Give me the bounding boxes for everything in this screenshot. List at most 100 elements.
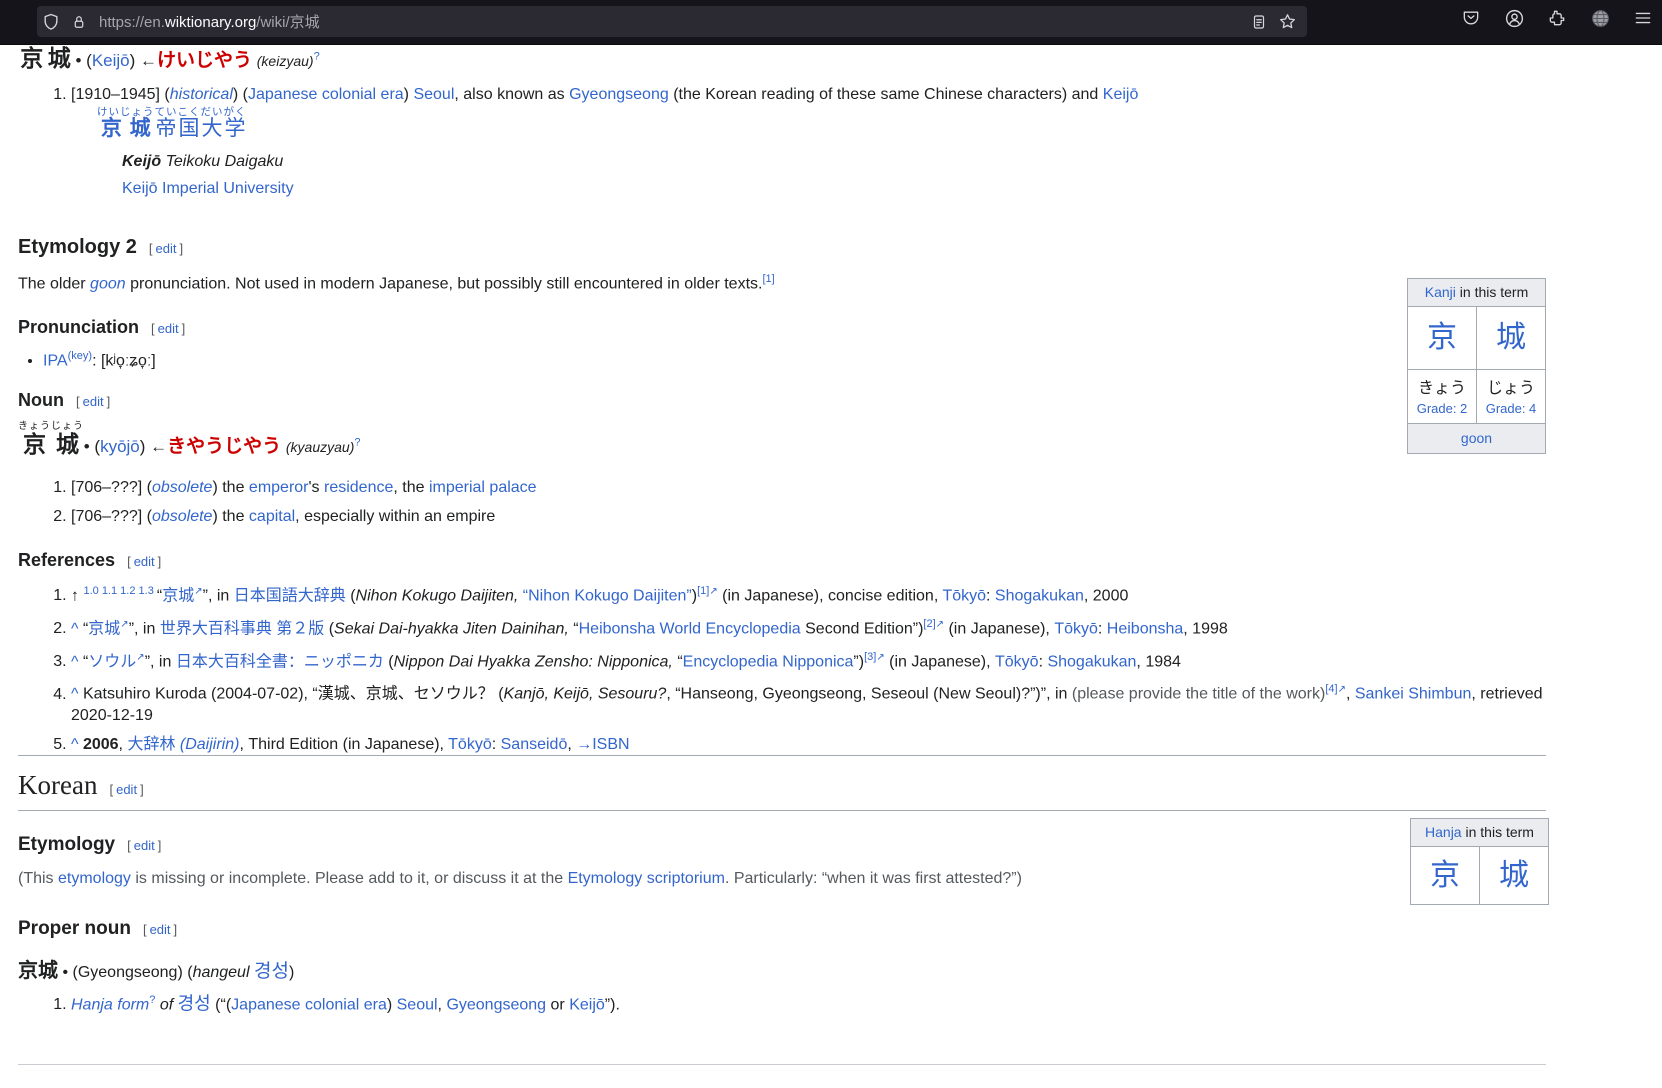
link[interactable]: →ISBN [576, 736, 629, 753]
hanja-char-link[interactable]: 城 [1480, 847, 1548, 904]
link[interactable]: [1] [762, 273, 774, 285]
link[interactable]: Tōkyō [942, 587, 986, 604]
link[interactable]: ↗ [136, 652, 144, 663]
edit-section: [edit] [149, 241, 183, 256]
menu-icon[interactable] [1632, 7, 1654, 29]
link[interactable]: Japanese colonial era [248, 86, 404, 103]
grade-link[interactable]: Grade: 2 [1408, 401, 1476, 416]
link[interactable]: 大辞林 [127, 736, 179, 753]
edit-link[interactable]: edit [113, 782, 140, 797]
link[interactable]: 경성 [254, 961, 289, 982]
edit-link[interactable]: edit [131, 554, 158, 569]
link[interactable]: Hanja form [71, 996, 149, 1013]
goon-link[interactable]: goon [1408, 423, 1545, 453]
link[interactable]: Encyclopedia Nipponica [683, 653, 854, 670]
link[interactable]: Seoul [413, 86, 454, 103]
link[interactable]: Shogakukan [995, 587, 1084, 604]
link[interactable]: 日本国語大辞典 [234, 587, 346, 604]
link[interactable]: residence [324, 479, 393, 496]
link[interactable]: obsolete [152, 479, 213, 496]
link[interactable]: Kanji [1425, 284, 1456, 300]
grade-link[interactable]: Grade: 4 [1477, 401, 1545, 416]
bookmark-star-icon[interactable] [1273, 8, 1301, 36]
link[interactable]: [3] [864, 651, 876, 663]
link[interactable]: 日本大百科全書：ニッポニカ [176, 653, 384, 670]
link[interactable]: ↗ [709, 586, 717, 597]
link[interactable]: ソウル [88, 653, 136, 670]
link[interactable]: 1.1 [102, 585, 120, 597]
link[interactable]: ^ [71, 653, 83, 670]
link[interactable]: 京城 [162, 587, 194, 604]
link[interactable]: Keijō [569, 996, 605, 1013]
link[interactable]: ^ [71, 736, 83, 753]
link[interactable]: ↗ [120, 619, 128, 630]
link[interactable]: ? [354, 436, 360, 448]
link[interactable]: (key) [68, 350, 92, 362]
link[interactable]: 大学だいがく [201, 106, 247, 140]
link[interactable]: Tōkyō [995, 653, 1039, 670]
edit-link[interactable]: edit [155, 321, 182, 336]
link[interactable]: Etymology scriptorium [568, 870, 725, 887]
edit-link[interactable]: edit [147, 922, 174, 937]
link[interactable]: 京城 [88, 620, 120, 637]
link[interactable]: emperor [249, 479, 309, 496]
link[interactable]: 경성 [178, 993, 211, 1013]
link[interactable]: ? [314, 50, 320, 62]
link[interactable]: Sanseidō [501, 736, 568, 753]
link[interactable]: Gyeongseong [569, 86, 669, 103]
link[interactable]: “Nihon Kokugo Daijiten” [523, 587, 692, 604]
link[interactable]: Hanja [1425, 824, 1462, 840]
link[interactable]: 帝国ていこく [155, 106, 201, 140]
lock-icon[interactable] [65, 8, 93, 36]
url-bar[interactable]: https://en.wiktionary.org/wiki/京城 [37, 6, 1307, 37]
link[interactable]: Shogakukan [1047, 653, 1136, 670]
link[interactable]: capital [249, 508, 295, 525]
hanja-char-link[interactable]: 京 [1411, 847, 1480, 904]
extensions-icon[interactable] [1546, 7, 1568, 29]
edit-link[interactable]: edit [80, 394, 107, 409]
link[interactable]: 1.2 [120, 585, 138, 597]
link[interactable]: historical [170, 86, 233, 103]
link[interactable]: [1] [697, 585, 709, 597]
link[interactable]: IPA [43, 352, 68, 369]
link[interactable]: Heibonsha World Encyclopedia [579, 620, 801, 637]
link[interactable]: 1.0 [83, 585, 101, 597]
link[interactable]: [2] [923, 618, 935, 630]
reader-view-icon[interactable] [1245, 8, 1273, 36]
edit-link[interactable]: edit [153, 241, 180, 256]
link[interactable]: Seoul [397, 996, 438, 1013]
link[interactable]: obsolete [152, 508, 213, 525]
link[interactable]: 世界大百科事典 第２版 [160, 620, 324, 637]
link[interactable]: ^ [71, 620, 83, 637]
link[interactable]: Tōkyō [448, 736, 492, 753]
link[interactable]: Keijō Imperial University [122, 180, 294, 197]
link[interactable]: Gyeongseong [446, 996, 546, 1013]
link[interactable]: ^ [71, 686, 83, 703]
account-icon[interactable] [1503, 7, 1525, 29]
kanji-char-link[interactable]: 京 [1408, 307, 1477, 369]
link[interactable]: ↗ [1338, 684, 1346, 695]
link[interactable]: ↗ [876, 652, 884, 663]
link[interactable]: Keijō [1103, 86, 1139, 103]
link[interactable]: Sankei Shimbun [1355, 686, 1472, 703]
etymology2-text: The older goon pronunciation. Not used i… [18, 273, 775, 293]
link[interactable]: (Daijirin) [180, 736, 240, 753]
link[interactable]: imperial palace [429, 479, 537, 496]
link[interactable]: etymology [58, 870, 131, 887]
link[interactable]: kyōjō [100, 437, 140, 456]
edit-link[interactable]: edit [131, 838, 158, 853]
link[interactable]: goon [90, 275, 126, 292]
link[interactable]: ↗ [194, 586, 202, 597]
pocket-icon[interactable] [1460, 7, 1482, 29]
link[interactable]: Tōkyō [1054, 620, 1098, 637]
link[interactable]: ↗ [936, 619, 944, 630]
link[interactable]: [4] [1325, 683, 1337, 695]
globe-icon[interactable] [1589, 7, 1611, 29]
link[interactable]: Heibonsha [1107, 620, 1184, 637]
link[interactable]: 京城けいじょう [97, 106, 155, 140]
kanji-char-link[interactable]: 城 [1477, 307, 1545, 369]
link[interactable]: Japanese colonial era [231, 996, 387, 1013]
link[interactable]: Keijō [92, 51, 130, 70]
link[interactable]: 1.3 [139, 585, 157, 597]
shield-icon[interactable] [37, 8, 65, 36]
